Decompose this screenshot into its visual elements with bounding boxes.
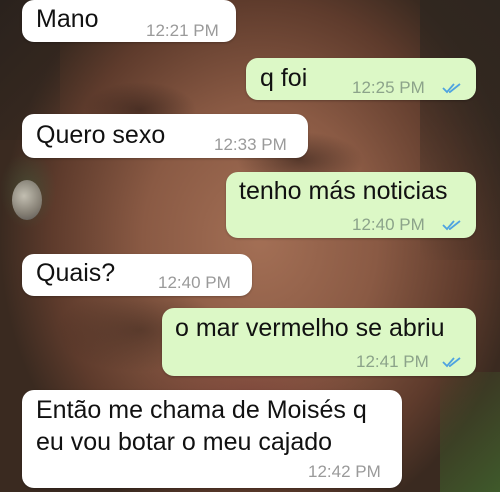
message-text: o mar vermelho se abriu [175, 314, 445, 342]
message-time: 12:33 PM [214, 135, 287, 154]
message-bubble-outgoing[interactable]: q foi 12:25 PM [246, 58, 476, 100]
message-text: Mano [36, 5, 99, 33]
wallpaper-earring [12, 180, 42, 220]
message-time: 12:42 PM [308, 462, 381, 481]
message-bubble-incoming[interactable]: Então me chama de Moisés q eu vou botar … [22, 390, 402, 488]
double-check-icon [442, 357, 461, 368]
message-text: Então me chama de Moisés q eu vou botar … [36, 396, 367, 456]
wallpaper-grass [440, 372, 500, 492]
message-bubble-incoming[interactable]: Quero sexo 12:33 PM [22, 114, 308, 158]
message-text: Quero sexo [36, 121, 166, 149]
message-time: 12:41 PM [356, 352, 429, 371]
message-bubble-outgoing[interactable]: o mar vermelho se abriu 12:41 PM [162, 308, 476, 376]
double-check-icon [442, 220, 461, 231]
message-time: 12:25 PM [352, 78, 425, 97]
double-check-icon [442, 83, 461, 94]
message-bubble-incoming[interactable]: Quais? 12:40 PM [22, 254, 252, 296]
message-bubble-outgoing[interactable]: tenho más noticias 12:40 PM [226, 172, 476, 238]
message-bubble-incoming[interactable]: Mano 12:21 PM [22, 0, 236, 42]
message-text: q foi [260, 64, 308, 92]
message-time: 12:40 PM [158, 273, 231, 292]
message-text: Quais? [36, 259, 116, 287]
message-time: 12:40 PM [352, 215, 425, 234]
message-time: 12:21 PM [146, 21, 219, 40]
message-text: tenho más noticias [239, 177, 448, 205]
